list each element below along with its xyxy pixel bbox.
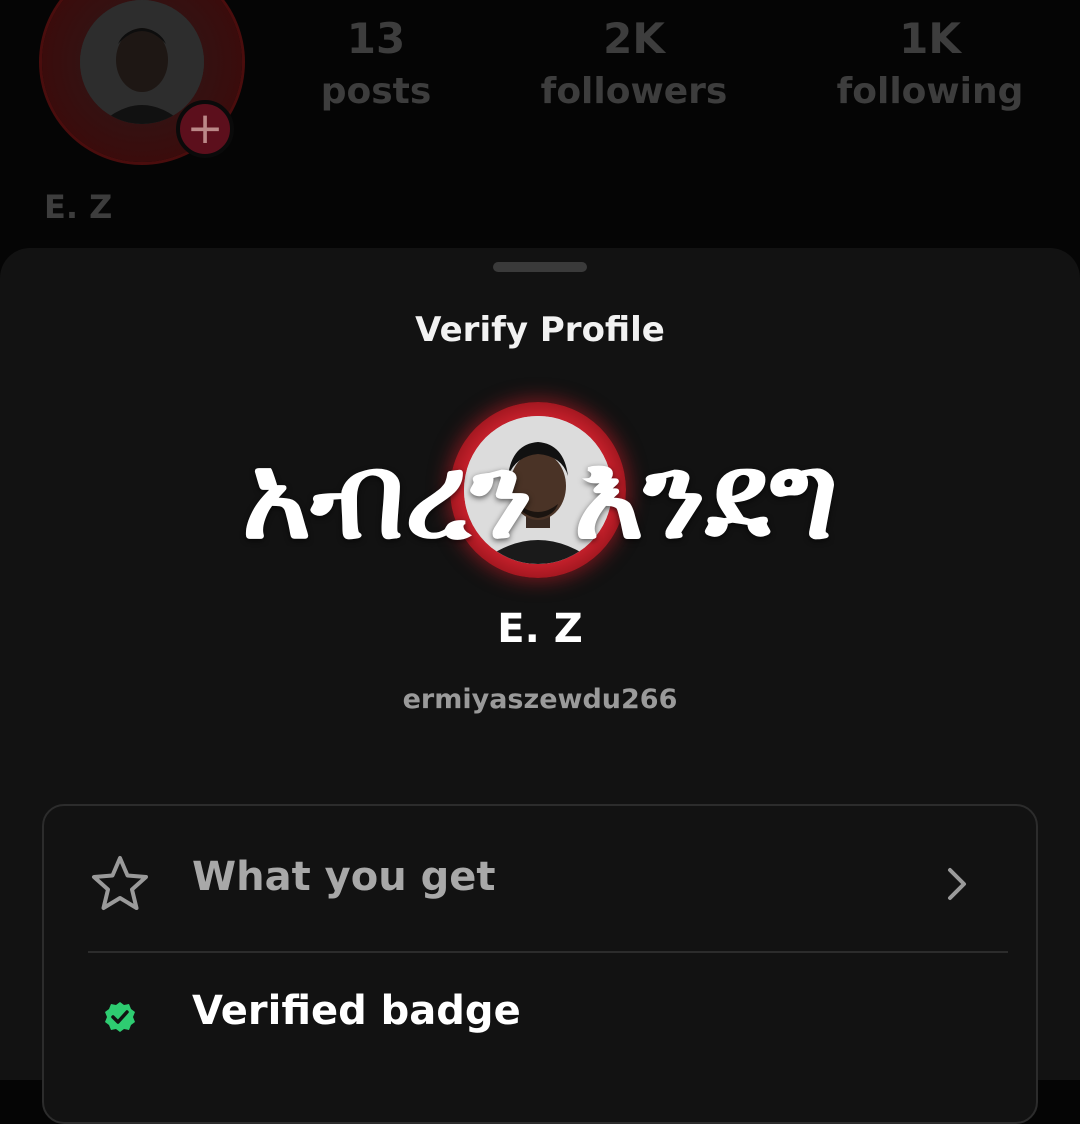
star-outline-icon [88,852,152,916]
followers-count: 2K [603,14,665,63]
profile-header: + 13 posts 2K followers 1K following E. … [0,0,1080,260]
following-label: following [836,71,1024,112]
verification-options-card: What you get Verified badge [42,804,1038,1124]
followers-label: followers [540,71,728,112]
what-you-get-label: What you get [192,854,496,900]
verified-badge-icon [88,986,152,1050]
verify-profile-sheet: Verify Profile አብረን እንደግ E. Z ermiyaszew… [0,248,1080,1124]
posts-count: 13 [346,14,406,63]
followers-stat[interactable]: 2K followers [534,14,734,116]
sheet-title: Verify Profile [415,310,665,350]
profile-display-name: E. Z [44,188,113,226]
sheet-drag-handle[interactable] [493,262,587,272]
verify-username: ermiyaszewdu266 [402,684,678,715]
following-stat[interactable]: 1K following [830,14,1030,116]
verify-display-name: E. Z [497,606,583,652]
verified-badge-label: Verified badge [192,988,521,1034]
what-you-get-row[interactable]: What you get [44,818,1036,948]
posts-stat[interactable]: 13 posts [296,14,456,116]
verified-badge-row: Verified badge [44,952,1036,1082]
following-count: 1K [899,14,961,63]
posts-label: posts [320,71,432,112]
add-story-plus-icon[interactable]: + [176,100,234,158]
overlay-caption: አብረን እንደግ [241,427,839,565]
chevron-right-icon [942,860,974,908]
